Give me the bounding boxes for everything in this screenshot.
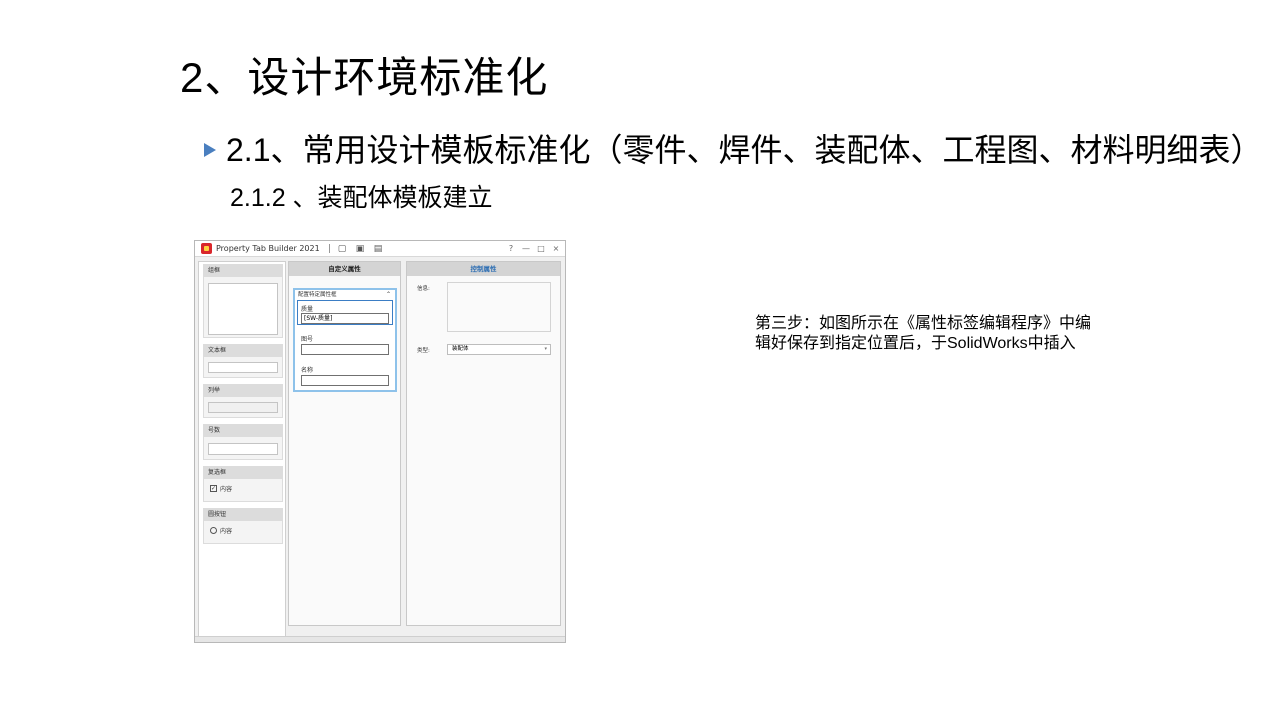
collapse-icon[interactable]: ⌃ <box>386 290 391 300</box>
solidworks-app-icon <box>201 243 212 254</box>
type-select-value: 装配体 <box>452 346 469 352</box>
chevron-down-icon: ▾ <box>544 346 547 352</box>
instruction-note: 第三步：如图所示在《属性标签编辑程序》中编辑好保存到指定位置后，于SolidWo… <box>755 315 1092 352</box>
checkbox-content: 内容 <box>220 486 233 493</box>
field-label-drawing-no: 图号 <box>301 336 314 343</box>
list-control[interactable]: 列举 <box>203 384 283 418</box>
triangle-bullet-icon <box>204 143 216 157</box>
checkbox-label: 复选框 <box>204 467 282 479</box>
field-label-name: 名称 <box>301 367 314 374</box>
radio-control[interactable]: 圆按钮 内容 <box>203 508 283 544</box>
radio-circle-icon <box>210 527 217 534</box>
checkbox-preview: ✓ 内容 <box>210 484 232 493</box>
sub-heading: 2.1.2 、装配体模板建立 <box>230 184 493 212</box>
number-preview <box>208 443 278 455</box>
window-title: Property Tab Builder 2021 <box>216 244 330 253</box>
list-label: 列举 <box>204 385 282 397</box>
control-properties-pane: 控制属性 信息: 类型: 装配体 ▾ <box>406 261 561 626</box>
save-icon[interactable]: ▤ <box>372 243 384 255</box>
groupbox-preview <box>208 283 278 335</box>
checkbox-checked-icon: ✓ <box>210 485 217 492</box>
bullet-item: 2.1、常用设计模板标准化（零件、焊件、装配体、工程图、材料明细表） <box>204 128 1263 172</box>
title-bar: Property Tab Builder 2021 ▢ ▣ ▤ ? — □ × <box>195 241 565 257</box>
control-properties-header: 控制属性 <box>407 262 560 276</box>
controls-palette: 组框 文本框 列举 号数 复选框 ✓ 内容 圆按钮 内容 <box>198 261 286 642</box>
bullet-text: 2.1、常用设计模板标准化（零件、焊件、装配体、工程图、材料明细表） <box>226 132 1263 168</box>
radio-content: 内容 <box>220 528 233 535</box>
custom-properties-pane: 自定义属性 配置特定属性框 ⌃ 质量 [SW-质量] 图号 名称 <box>288 261 401 626</box>
mass-field[interactable]: [SW-质量] <box>301 313 389 324</box>
textbox-control[interactable]: 文本框 <box>203 344 283 378</box>
number-control[interactable]: 号数 <box>203 424 283 460</box>
type-select[interactable]: 装配体 ▾ <box>447 344 551 355</box>
help-icon[interactable]: ? <box>505 244 517 253</box>
drawing-no-field[interactable] <box>301 344 389 355</box>
list-preview <box>208 402 278 413</box>
checkbox-control[interactable]: 复选框 ✓ 内容 <box>203 466 283 502</box>
new-file-icon[interactable]: ▢ <box>336 243 348 255</box>
custom-properties-header: 自定义属性 <box>289 262 400 276</box>
maximize-button[interactable]: □ <box>535 244 547 253</box>
groupbox-label: 组框 <box>204 265 282 277</box>
radio-preview: 内容 <box>210 526 232 535</box>
minimize-button[interactable]: — <box>520 244 532 253</box>
textbox-label: 文本框 <box>204 345 282 357</box>
number-label: 号数 <box>204 425 282 437</box>
type-label: 类型: <box>417 348 430 354</box>
groupbox-control[interactable]: 组框 <box>203 264 283 338</box>
status-bar <box>195 636 565 642</box>
config-property-group[interactable]: 配置特定属性框 ⌃ 质量 [SW-质量] 图号 名称 <box>293 288 397 392</box>
field-label-mass: 质量 <box>301 306 314 313</box>
property-tab-builder-window: Property Tab Builder 2021 ▢ ▣ ▤ ? — □ × … <box>194 240 566 643</box>
group-title: 配置特定属性框 ⌃ <box>295 290 395 300</box>
slide-title: 2、设计环境标准化 <box>180 54 549 101</box>
info-label: 信息: <box>417 286 430 292</box>
group-title-text: 配置特定属性框 <box>298 292 337 298</box>
info-textarea[interactable] <box>447 282 551 332</box>
name-field[interactable] <box>301 375 389 386</box>
open-folder-icon[interactable]: ▣ <box>354 243 366 255</box>
textbox-preview <box>208 362 278 373</box>
close-button[interactable]: × <box>550 244 562 253</box>
radio-label: 圆按钮 <box>204 509 282 521</box>
